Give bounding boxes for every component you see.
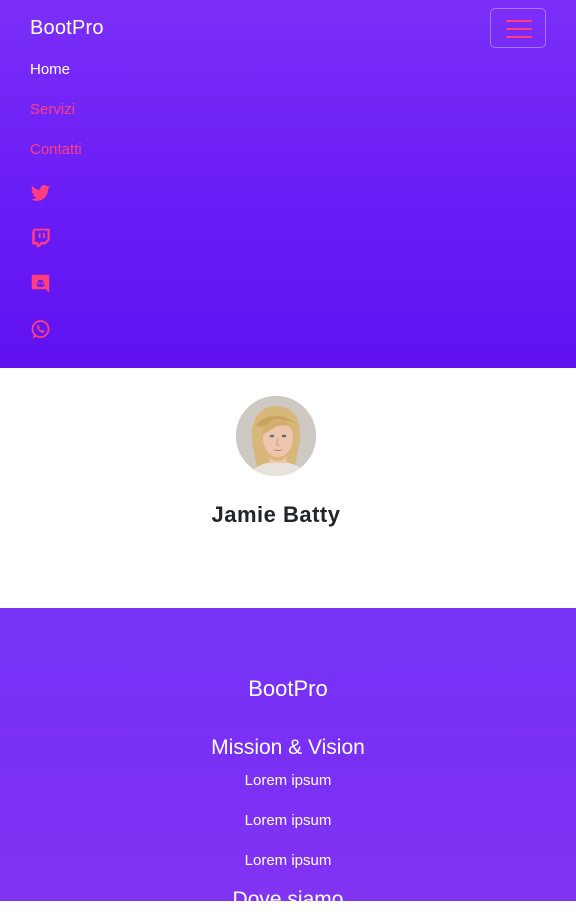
navbar-brand[interactable]: BootPro [30,17,104,40]
profile-name: Jamie Batty [211,502,341,527]
footer-link[interactable]: Lorem ipsum [0,772,576,789]
footer-link[interactable]: Lorem ipsum [0,812,576,829]
nav-link-contatti[interactable]: Contatti [30,141,82,158]
footer-brand: BootPro [248,676,328,701]
navbar: BootPro Home Servizi Contatti [0,0,576,368]
footer-heading-mission: Mission & Vision [211,736,365,759]
nav-link-servizi[interactable]: Servizi [30,101,75,118]
twitter-icon[interactable] [30,183,51,204]
discord-icon[interactable] [30,273,51,294]
twitch-icon[interactable] [30,227,51,248]
footer-link[interactable]: Lorem ipsum [0,852,576,869]
avatar [236,396,316,476]
whatsapp-icon[interactable] [30,319,51,340]
footer-heading-location: Dove siamo [232,888,344,911]
footer: BootPro Mission & Vision Lorem ipsum Lor… [0,608,576,911]
navbar-toggler-button[interactable] [490,8,546,48]
nav-link-home[interactable]: Home [30,61,70,78]
